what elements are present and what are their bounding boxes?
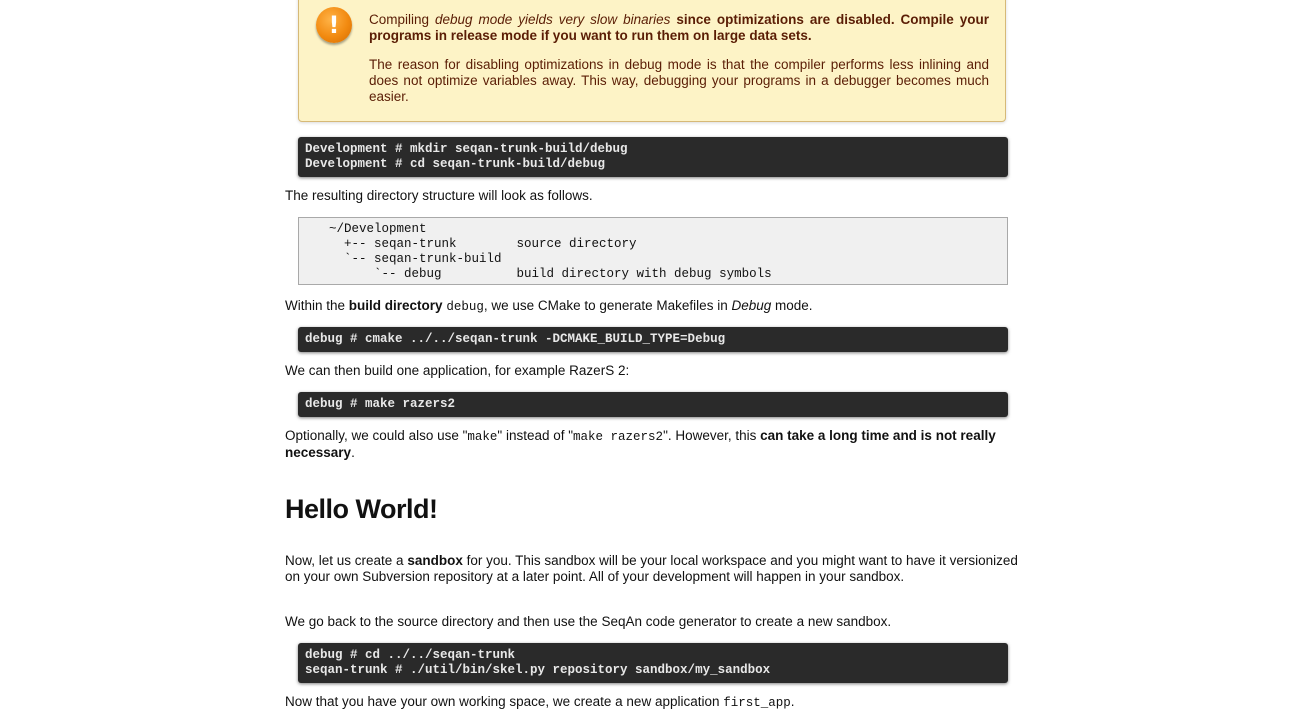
- section-heading: Hello World!: [285, 494, 438, 524]
- warning-paragraph-2: The reason for disabling optimizations i…: [369, 57, 989, 104]
- paragraph-structure: The resulting directory structure will l…: [285, 188, 593, 203]
- paragraph-now: Now that you have your own working space…: [285, 694, 795, 710]
- paragraph-within: Within the build directory debug, we use…: [285, 298, 813, 314]
- code-block-cmake: debug # cmake ../../seqan-trunk -DCMAKE_…: [298, 327, 1008, 352]
- paragraph-optional: Optionally, we could also use "make" ins…: [285, 428, 996, 460]
- paragraph-goback: We go back to the source directory and t…: [285, 614, 892, 629]
- warning-paragraph-1: Compiling debug mode yields very slow bi…: [369, 12, 989, 43]
- code-block-make: debug # make razers2: [298, 392, 1008, 417]
- warning-box: ! Compiling debug mode yields very slow …: [298, 0, 1006, 122]
- code-block-mkdir: Development # mkdir seqan-trunk-build/de…: [298, 137, 1008, 177]
- code-block-skel: debug # cd ../../seqan-trunk seqan-trunk…: [298, 643, 1008, 683]
- paragraph-build: We can then build one application, for e…: [285, 363, 630, 378]
- paragraph-sandbox: Now, let us create a sandbox for you. Th…: [285, 553, 1018, 584]
- directory-tree: ~/Development +-- seqan-trunk source dir…: [298, 217, 1008, 285]
- warning-text: Compiling debug mode yields very slow bi…: [369, 12, 989, 118]
- exclamation-icon: !: [316, 7, 352, 43]
